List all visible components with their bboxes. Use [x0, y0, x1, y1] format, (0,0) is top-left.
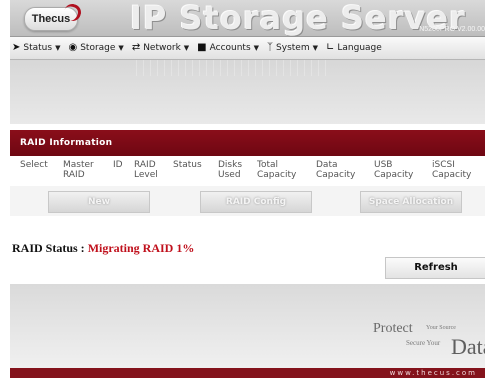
- raid-config-button[interactable]: RAID Config: [200, 191, 312, 213]
- chevron-down-icon: ▼: [183, 44, 190, 52]
- main-nav: ➤ Status ▼ ◉ Storage ▼ ⇄ Network ▼ ■ Acc…: [10, 37, 485, 60]
- chevron-down-icon: ▼: [118, 44, 124, 52]
- slogan-your-source: Your Source: [426, 325, 456, 331]
- footer-bar: www.thecus.com: [10, 368, 485, 378]
- raid-status: RAID Status : Migrating RAID 1%: [12, 241, 194, 255]
- col-id: ID: [113, 160, 123, 170]
- nav-language-label: Language: [337, 43, 382, 53]
- storage-icon: ◉: [68, 42, 78, 53]
- app-window: Thecus IP Storage Server N5200PRO V2.00.…: [0, 0, 485, 378]
- refresh-button[interactable]: Refresh: [385, 257, 485, 279]
- col-total-capacity: Total Capacity: [257, 160, 297, 180]
- nav-accounts-label: Accounts: [209, 43, 251, 53]
- decorative-stripes: [130, 60, 330, 76]
- nav-accounts[interactable]: ■ Accounts ▼: [197, 37, 259, 59]
- nav-network[interactable]: ⇄ Network ▼: [132, 37, 189, 59]
- col-select: Select: [20, 160, 48, 170]
- col-iscsi-capacity: iSCSI Capacity: [432, 160, 472, 180]
- nav-status[interactable]: ➤ Status ▼: [12, 37, 60, 59]
- system-icon: ᛉ: [267, 42, 274, 53]
- status-icon: ➤: [12, 42, 21, 53]
- language-icon: ∟: [326, 42, 335, 53]
- col-master-raid: Master RAID: [63, 160, 94, 180]
- slogan-protect: Protect: [373, 321, 413, 336]
- accounts-icon: ■: [197, 42, 207, 53]
- raid-table-header: Select Master RAID ID RAID Level Status …: [10, 156, 485, 187]
- raid-action-bar: New RAID Config Space Allocation: [10, 186, 485, 216]
- nav-status-label: Status: [23, 43, 53, 53]
- nav-language[interactable]: ∟ Language: [326, 37, 382, 59]
- col-disks-used: Disks Used: [218, 160, 243, 180]
- nav-storage-label: Storage: [80, 43, 116, 53]
- network-icon: ⇄: [131, 42, 141, 53]
- thecus-logo: Thecus: [24, 1, 84, 31]
- nav-system-label: System: [276, 43, 310, 53]
- nav-system[interactable]: ᛉ System ▼: [267, 37, 318, 59]
- slogan-data: Data: [451, 334, 485, 359]
- slogan-secure-your: Secure Your: [406, 339, 441, 347]
- col-status: Status: [173, 160, 202, 170]
- nav-network-label: Network: [143, 43, 181, 53]
- app-header: Thecus IP Storage Server N5200PRO V2.00.…: [10, 0, 485, 37]
- model-version: N5200PRO V2.00.00: [419, 26, 485, 33]
- col-data-capacity: Data Capacity: [316, 160, 356, 180]
- new-raid-button[interactable]: New: [48, 191, 150, 213]
- space-allocation-button[interactable]: Space Allocation: [360, 191, 462, 213]
- raid-status-label: RAID Status :: [12, 241, 88, 255]
- slogan: Protect Your Source Secure Your Data: [373, 322, 485, 362]
- chevron-down-icon: ▼: [253, 44, 260, 52]
- chevron-down-icon: ▼: [312, 44, 318, 52]
- product-title: IP Storage Server: [130, 0, 466, 37]
- col-raid-level: RAID Level: [134, 160, 158, 180]
- nav-storage[interactable]: ◉ Storage ▼: [68, 37, 123, 59]
- raid-info-panel: RAID Information Select Master RAID ID R…: [10, 130, 485, 187]
- raid-info-title: RAID Information: [10, 130, 485, 156]
- chevron-down-icon: ▼: [55, 44, 61, 52]
- col-usb-capacity: USB Capacity: [374, 160, 414, 180]
- footer-url: www.thecus.com: [389, 369, 477, 377]
- raid-status-value: Migrating RAID 1%: [87, 241, 195, 255]
